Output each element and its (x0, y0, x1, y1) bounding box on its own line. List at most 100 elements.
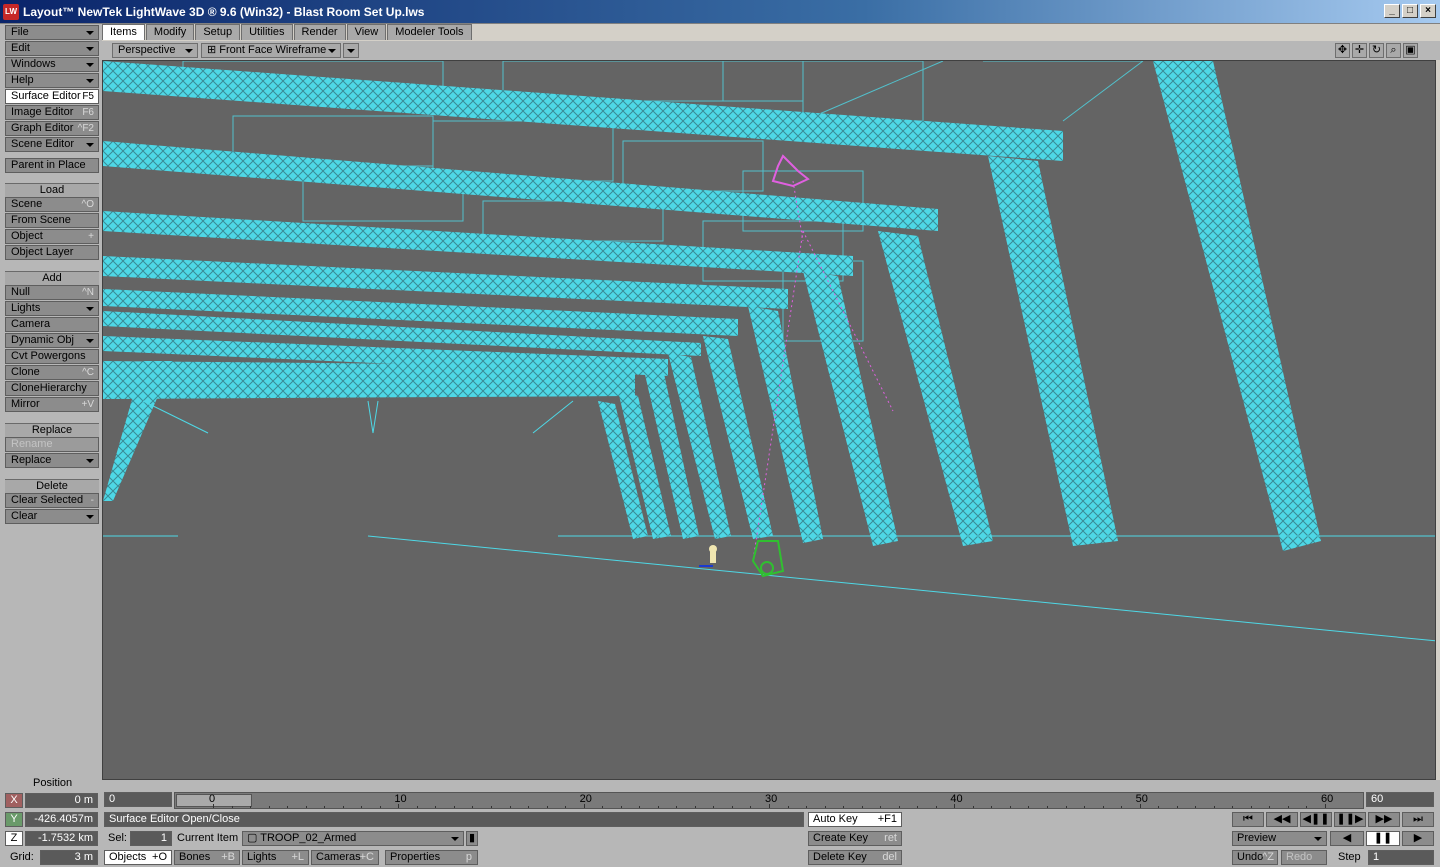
next-key-button[interactable]: ▶▶ (1368, 812, 1400, 827)
auto-key-button[interactable]: Auto Key +F1 (808, 812, 902, 827)
timeline-tick (546, 806, 548, 808)
item-type-objects-button[interactable]: Objects +O (104, 850, 172, 865)
chevron-down-icon (185, 49, 193, 53)
tab-modeler-tools[interactable]: Modeler Tools (387, 24, 472, 40)
timeline-tick (1176, 806, 1178, 808)
maximize-button[interactable]: □ (1402, 4, 1418, 18)
menu-scene-editor[interactable]: Scene Editor (5, 137, 99, 152)
close-button[interactable]: × (1420, 4, 1436, 18)
timeline-tick-label: 10 (394, 793, 407, 805)
minimize-button[interactable]: _ (1384, 4, 1400, 18)
add-lights-button[interactable]: Lights (5, 301, 99, 316)
properties-button[interactable]: Properties p (385, 850, 478, 865)
item-type-bones-button[interactable]: Bones +B (174, 850, 240, 865)
x-position-field[interactable]: 0 m (25, 793, 98, 808)
item-picker-button[interactable]: ▮ (466, 831, 478, 846)
preview-dropdown[interactable]: Preview (1232, 831, 1327, 846)
create-key-button[interactable]: Create Key ret (808, 831, 902, 846)
play-button[interactable]: ▶ (1402, 831, 1434, 846)
menu-windows[interactable]: Windows (5, 57, 99, 72)
load-scene-button[interactable]: Scene ^O (5, 197, 99, 212)
timeline-tick (731, 806, 733, 808)
grid-label: Grid: (10, 851, 34, 863)
menu-image-editor[interactable]: Image Editor F6 (5, 105, 99, 120)
menu-edit[interactable]: Edit (5, 41, 99, 56)
add-clone-button[interactable]: Clone ^C (5, 365, 99, 380)
parent-in-place-button[interactable]: Parent in Place (5, 158, 99, 173)
step-field[interactable]: 1 (1368, 850, 1434, 865)
first-frame-button[interactable]: ⏮ (1232, 812, 1264, 827)
add-camera-button[interactable]: Camera (5, 317, 99, 332)
add-cvt-powergons-button[interactable]: Cvt Powergons (5, 349, 99, 364)
next-frame-button[interactable]: ❚❚▶ (1334, 812, 1366, 827)
timeline-tick (583, 804, 585, 808)
play-reverse-button[interactable]: ◀ (1330, 831, 1364, 846)
tab-utilities[interactable]: Utilities (241, 24, 293, 40)
previous-key-button[interactable]: ◀◀ (1266, 812, 1298, 827)
last-frame-button[interactable]: ⏭ (1402, 812, 1434, 827)
tab-items[interactable]: Items (102, 24, 145, 40)
timeline-tick (1195, 806, 1197, 808)
menu-help[interactable]: Help (5, 73, 99, 88)
end-frame-field[interactable]: 60 (1366, 792, 1434, 807)
view-mode-dropdown[interactable]: Perspective (112, 43, 198, 58)
load-section-header: Load (5, 183, 99, 197)
timeline-tick (1084, 806, 1086, 808)
rotate-icon[interactable]: ↻ (1369, 43, 1384, 58)
chevron-down-icon (1314, 837, 1322, 841)
add-clonehierarchy-button[interactable]: CloneHierarchy (5, 381, 99, 396)
move-icon[interactable]: ✥ (1335, 43, 1350, 58)
zoom-icon[interactable]: ⌕ (1386, 43, 1401, 58)
add-mirror-button[interactable]: Mirror +V (5, 397, 99, 412)
load-object-layer-button[interactable]: Object Layer (5, 245, 99, 260)
grid-size-field[interactable]: 3 m (40, 850, 98, 865)
timeline-tick (694, 806, 696, 808)
3d-viewport[interactable] (102, 60, 1436, 780)
tab-modify[interactable]: Modify (145, 24, 195, 40)
pause-button[interactable]: ❚❚ (1366, 831, 1400, 846)
menu-graph-editor[interactable]: Graph Editor ^F2 (5, 121, 99, 136)
start-frame-field[interactable]: 0 (104, 792, 172, 807)
y-position-field[interactable]: -426.4057m (25, 812, 98, 827)
item-type-lights-button[interactable]: Lights +L (242, 850, 309, 865)
z-axis-toggle[interactable]: Z (5, 831, 23, 846)
viewport-toolbar: Perspective ⊞ Front Face Wireframe ✥ ✛ ↻… (102, 41, 1440, 60)
load-object-button[interactable]: Object + (5, 229, 99, 244)
pan-icon[interactable]: ✛ (1352, 43, 1367, 58)
status-message: Surface Editor Open/Close (104, 812, 804, 827)
replace-replace-button[interactable]: Replace (5, 453, 99, 468)
previous-frame-button[interactable]: ◀❚❚ (1300, 812, 1332, 827)
timeline-tick (880, 806, 882, 808)
delete-clear-button[interactable]: Clear (5, 509, 99, 524)
timeline-tick (954, 804, 956, 808)
tab-setup[interactable]: Setup (195, 24, 241, 40)
camera-object (751, 540, 785, 578)
add-null-button[interactable]: Null ^N (5, 285, 99, 300)
redo-button[interactable]: Redo (1281, 850, 1327, 865)
viewport-options-dropdown[interactable] (343, 43, 359, 58)
load-from-scene-button[interactable]: From Scene (5, 213, 99, 228)
maximize-viewport-icon[interactable]: ▣ (1403, 43, 1418, 58)
timeline-tick (1232, 806, 1234, 808)
menu-file[interactable]: File (5, 25, 99, 40)
y-axis-toggle[interactable]: Y (5, 812, 23, 827)
add-dynamic-obj-button[interactable]: Dynamic Obj (5, 333, 99, 348)
timeline-slider[interactable]: 0 10 20 30 40 50 60 (174, 792, 1364, 809)
timeline-tick (991, 806, 993, 808)
render-mode-dropdown[interactable]: ⊞ Front Face Wireframe (201, 43, 341, 58)
delete-clear-selected-button[interactable]: Clear Selected - (5, 493, 99, 508)
item-type-cameras-button[interactable]: Cameras +C (311, 850, 379, 865)
undo-button[interactable]: Undo ^Z (1232, 850, 1278, 865)
delete-key-button[interactable]: Delete Key del (808, 850, 902, 865)
tab-render[interactable]: Render (293, 24, 346, 40)
z-position-field[interactable]: -1.7532 km (25, 831, 98, 846)
timeline-tick (1047, 806, 1048, 808)
timeline-tick (361, 806, 363, 808)
tab-view[interactable]: View (346, 24, 387, 40)
current-item-dropdown[interactable]: ▢ TROOP_02_Armed (242, 831, 464, 846)
timeline-tick (935, 806, 937, 808)
timeline-tick (657, 806, 659, 808)
menu-surface-editor[interactable]: Surface Editor F5 (5, 89, 99, 104)
replace-rename-button[interactable]: Rename (5, 437, 99, 452)
x-axis-toggle[interactable]: X (5, 793, 23, 808)
